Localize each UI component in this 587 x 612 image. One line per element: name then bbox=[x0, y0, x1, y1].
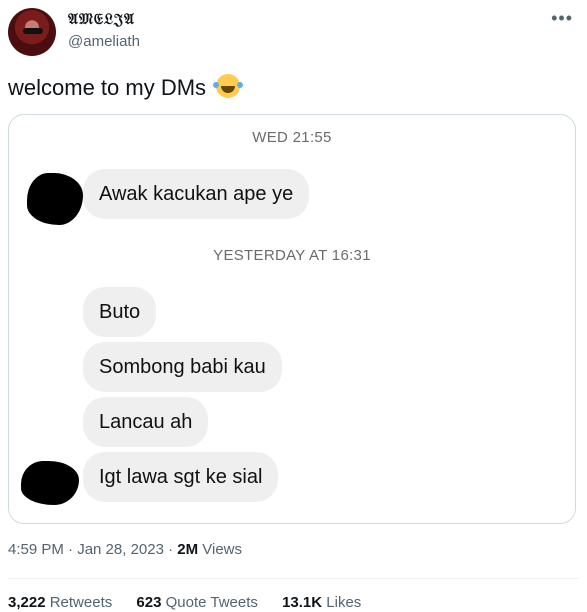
views-label: Views bbox=[198, 541, 243, 558]
retweets-label: Retweets bbox=[45, 594, 113, 611]
quotes-count: 623 bbox=[136, 594, 162, 611]
tweet-meta: 4:59 PM · Jan 28, 2023 · 2M Views bbox=[8, 541, 242, 558]
author-handle[interactable]: @ameliath bbox=[68, 33, 140, 50]
avatar[interactable] bbox=[8, 8, 56, 56]
quotes-label: Quote Tweets bbox=[161, 594, 258, 611]
dm-timestamp-1: WED 21:55 bbox=[252, 129, 332, 146]
likes-stat[interactable]: 13.1K Likes bbox=[282, 594, 361, 611]
redacted-avatar-2 bbox=[21, 461, 79, 505]
divider bbox=[8, 578, 579, 579]
author-display-name[interactable]: 𝔄𝔐𝔈𝔏𝔍𝔄 bbox=[68, 10, 135, 28]
dm-message-bubble: Lancau ah bbox=[83, 397, 209, 447]
tweet-text: welcome to my DMs bbox=[8, 74, 241, 101]
dm-message-bubble: Sombong babi kau bbox=[83, 342, 282, 392]
tweet-timestamp[interactable]: 4:59 PM · Jan 28, 2023 · bbox=[8, 541, 177, 558]
tweet-text-content: welcome to my DMs bbox=[8, 75, 207, 100]
dm-message-bubble: Awak kacukan ape ye bbox=[83, 169, 310, 219]
dm-message-bubble: Buto bbox=[83, 287, 157, 337]
more-options-icon[interactable]: ••• bbox=[551, 8, 573, 29]
face-with-tears-of-joy-icon bbox=[213, 74, 241, 98]
likes-label: Likes bbox=[322, 594, 362, 611]
dm-timestamp-2: YESTERDAY AT 16:31 bbox=[213, 247, 371, 264]
sunglasses bbox=[23, 28, 43, 34]
tweet-media-image[interactable]: WED 21:55 Awak kacukan ape ye YESTERDAY … bbox=[8, 114, 576, 524]
views-count: 2M bbox=[177, 541, 199, 558]
redacted-avatar-1 bbox=[27, 173, 83, 225]
quote-tweets-stat[interactable]: 623 Quote Tweets bbox=[136, 594, 257, 611]
retweets-stat[interactable]: 3,222 Retweets bbox=[8, 594, 112, 611]
retweets-count: 3,222 bbox=[8, 594, 46, 611]
likes-count: 13.1K bbox=[282, 594, 323, 611]
dm-message-bubble: Igt lawa sgt ke sial bbox=[83, 452, 279, 502]
tweet-stats: 3,222 Retweets 623 Quote Tweets 13.1K Li… bbox=[8, 594, 381, 611]
